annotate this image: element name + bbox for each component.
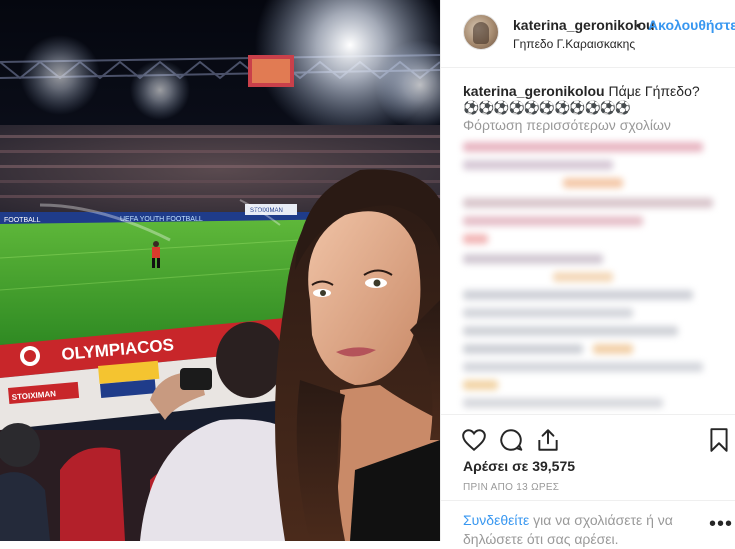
bookmark-icon[interactable] bbox=[706, 427, 732, 453]
load-more-comments-link[interactable]: Φόρτωση περισσότερων σχολίων bbox=[463, 117, 671, 133]
caption: katerina_geronikolou Πάμε Γήπεδο? bbox=[463, 82, 725, 101]
header-separator: • bbox=[636, 17, 641, 33]
login-prompt-text: Συνδεθείτε για να σχολιάσετε ή να δηλώσε… bbox=[463, 511, 681, 549]
login-link[interactable]: Συνδεθείτε bbox=[463, 512, 529, 528]
username-link[interactable]: katerina_geronikolou bbox=[513, 17, 655, 33]
follow-button[interactable]: Ακολουθήστε bbox=[648, 17, 735, 33]
more-options-icon[interactable]: ••• bbox=[709, 513, 733, 536]
post-photo[interactable]: FOOTBALL UEFA YOUTH FOOTBALL STOIXIMAN O… bbox=[0, 0, 440, 541]
post-timestamp[interactable]: ΠΡΙΝ ΑΠΟ 13 ΩΡΕΣ bbox=[463, 482, 559, 493]
avatar[interactable] bbox=[463, 14, 499, 50]
caption-emojis: ⚽⚽⚽⚽⚽⚽⚽⚽⚽⚽⚽ bbox=[463, 100, 631, 115]
likes-count[interactable]: Αρέσει σε 39,575 bbox=[463, 458, 575, 474]
instagram-post: FOOTBALL UEFA YOUTH FOOTBALL STOIXIMAN O… bbox=[0, 0, 735, 547]
post-actions: Αρέσει σε 39,575 ΠΡΙΝ ΑΠΟ 13 ΩΡΕΣ Συνδεθ… bbox=[441, 414, 735, 547]
stadium-selfie-image: FOOTBALL UEFA YOUTH FOOTBALL STOIXIMAN O… bbox=[0, 0, 440, 541]
location-link[interactable]: Γηπεδο Γ.Καραισκακης bbox=[513, 37, 635, 51]
comment-icon[interactable] bbox=[498, 427, 524, 453]
pitch-sign-left: FOOTBALL bbox=[4, 217, 41, 224]
post-header: katerina_geronikolou • Ακολουθήστε Γηπεδ… bbox=[441, 0, 735, 68]
blurred-comments bbox=[463, 140, 725, 410]
heart-icon[interactable] bbox=[461, 427, 487, 453]
caption-username[interactable]: katerina_geronikolou bbox=[463, 83, 605, 99]
comments-section: katerina_geronikolou Πάμε Γήπεδο? ⚽⚽⚽⚽⚽⚽… bbox=[441, 68, 735, 414]
login-prompt: Συνδεθείτε για να σχολιάσετε ή να δηλώσε… bbox=[441, 500, 735, 547]
post-side-panel: katerina_geronikolou • Ακολουθήστε Γηπεδ… bbox=[440, 0, 735, 547]
share-icon[interactable] bbox=[535, 427, 561, 453]
caption-text: Πάμε Γήπεδο? bbox=[608, 83, 700, 99]
